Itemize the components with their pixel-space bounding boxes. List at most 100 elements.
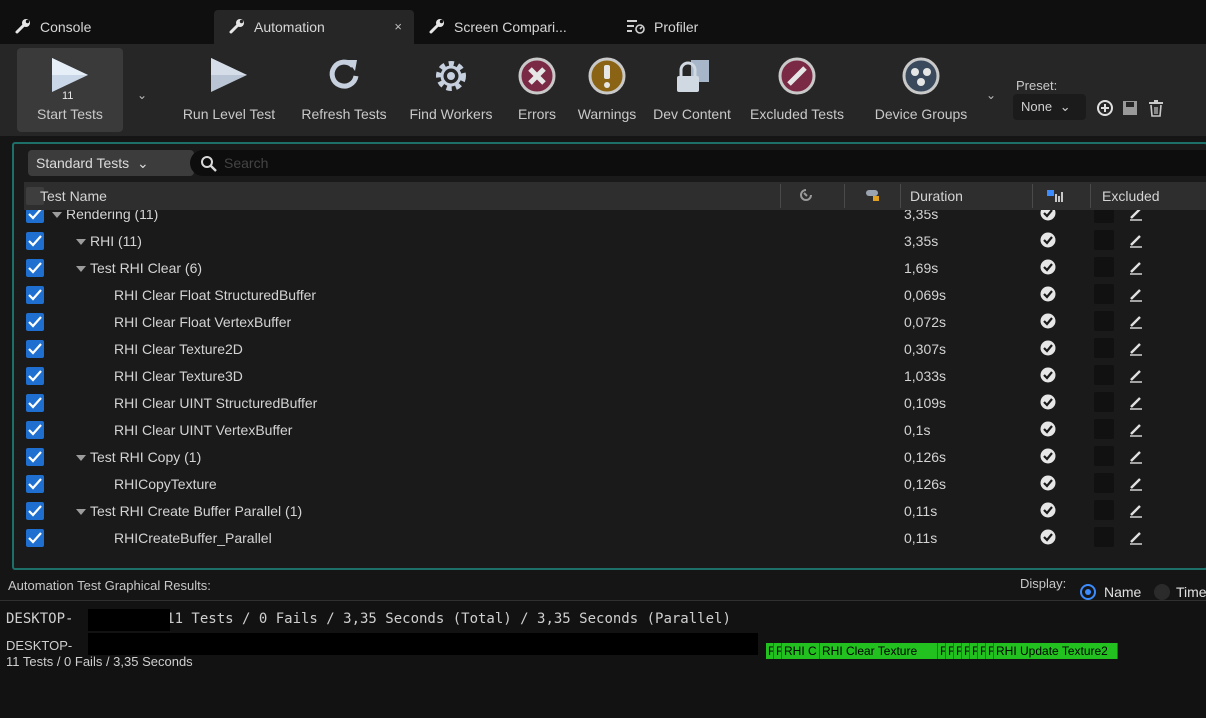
result-bar[interactable]: R xyxy=(766,643,774,659)
expand-arrow-icon[interactable] xyxy=(52,212,62,218)
delete-icon[interactable] xyxy=(1148,99,1164,120)
add-preset-icon[interactable] xyxy=(1096,99,1114,120)
excluded-checkbox[interactable] xyxy=(1094,392,1114,412)
edit-icon[interactable] xyxy=(1128,475,1144,494)
row-checkbox[interactable] xyxy=(26,475,44,493)
excluded-checkbox[interactable] xyxy=(1094,311,1114,331)
run-level-test-button[interactable]: Run Level Test xyxy=(170,48,288,132)
excluded-checkbox[interactable] xyxy=(1094,338,1114,358)
result-bar[interactable]: RHI Clear Texture xyxy=(820,643,938,659)
test-filter-dropdown[interactable]: Standard Tests ⌄ xyxy=(28,150,194,176)
row-checkbox[interactable] xyxy=(26,421,44,439)
refresh-tests-button[interactable]: Refresh Tests xyxy=(290,48,398,132)
chevron-down-icon[interactable]: ⌄ xyxy=(137,88,147,102)
edit-icon[interactable] xyxy=(1128,313,1144,332)
table-row[interactable]: RHI Clear Float VertexBuffer 0,072s xyxy=(24,308,1206,335)
row-checkbox[interactable] xyxy=(26,313,44,331)
row-checkbox[interactable] xyxy=(26,210,44,223)
excluded-checkbox[interactable] xyxy=(1094,365,1114,385)
result-bar[interactable]: R xyxy=(962,643,970,659)
start-tests-button[interactable]: 11 Start Tests xyxy=(17,48,123,132)
expand-arrow-icon[interactable] xyxy=(76,239,86,245)
table-row[interactable]: Test RHI Create Buffer Parallel (1) 0,11s xyxy=(24,497,1206,524)
result-bar[interactable]: RHI C xyxy=(782,643,820,659)
row-checkbox[interactable] xyxy=(26,529,44,547)
table-row[interactable]: RHICopyTexture 0,126s xyxy=(24,470,1206,497)
edit-icon[interactable] xyxy=(1128,367,1144,386)
table-row[interactable]: Rendering (11) 3,35s xyxy=(24,210,1206,227)
result-bar[interactable]: R xyxy=(978,643,986,659)
close-icon[interactable]: × xyxy=(394,19,402,34)
expand-arrow-icon[interactable] xyxy=(76,455,86,461)
edit-icon[interactable] xyxy=(1128,421,1144,440)
excluded-checkbox[interactable] xyxy=(1094,527,1114,547)
result-bar[interactable]: R xyxy=(938,643,946,659)
row-checkbox[interactable] xyxy=(26,232,44,250)
table-row[interactable]: RHI Clear Float StructuredBuffer 0,069s xyxy=(24,281,1206,308)
result-bar[interactable]: R xyxy=(986,643,994,659)
result-bar[interactable]: R xyxy=(970,643,978,659)
excluded-checkbox[interactable] xyxy=(1094,446,1114,466)
excluded-checkbox[interactable] xyxy=(1094,473,1114,493)
edit-icon[interactable] xyxy=(1128,529,1144,548)
table-row[interactable]: RHI Clear Texture2D 0,307s xyxy=(24,335,1206,362)
excluded-checkbox[interactable] xyxy=(1094,419,1114,439)
tab-screen-comparison[interactable]: Screen Compari... xyxy=(414,10,604,44)
result-bar[interactable]: R xyxy=(946,643,954,659)
table-row[interactable]: RHI Clear Texture3D 1,033s xyxy=(24,362,1206,389)
find-workers-button[interactable]: Find Workers xyxy=(400,48,502,132)
row-checkbox[interactable] xyxy=(26,259,44,277)
row-checkbox[interactable] xyxy=(26,448,44,466)
column-divider[interactable] xyxy=(780,184,781,208)
save-icon[interactable] xyxy=(1122,99,1138,120)
row-checkbox[interactable] xyxy=(26,340,44,358)
expand-arrow-icon[interactable] xyxy=(76,266,86,272)
tab-console[interactable]: Console xyxy=(0,10,208,44)
column-divider[interactable] xyxy=(900,184,901,208)
table-row[interactable]: RHI Clear UINT VertexBuffer 0,1s xyxy=(24,416,1206,443)
edit-icon[interactable] xyxy=(1128,286,1144,305)
edit-icon[interactable] xyxy=(1128,232,1144,251)
row-checkbox[interactable] xyxy=(26,367,44,385)
chevron-down-icon[interactable]: ⌄ xyxy=(986,88,996,102)
header-test-name[interactable]: Test Name xyxy=(40,188,107,204)
table-row[interactable]: RHI (11) 3,35s xyxy=(24,227,1206,254)
edit-icon[interactable] xyxy=(1128,210,1144,224)
errors-button[interactable]: Errors xyxy=(511,48,563,132)
excluded-checkbox[interactable] xyxy=(1094,210,1114,223)
device-groups-button[interactable]: Device Groups xyxy=(864,48,978,132)
search-input[interactable]: Search xyxy=(190,150,1206,176)
warnings-button[interactable]: Warnings xyxy=(568,48,646,132)
excluded-checkbox[interactable] xyxy=(1094,257,1114,277)
column-divider[interactable] xyxy=(1032,184,1033,208)
result-bar[interactable]: R xyxy=(954,643,962,659)
column-divider[interactable] xyxy=(844,184,845,208)
tab-automation[interactable]: Automation × xyxy=(214,10,414,44)
edit-icon[interactable] xyxy=(1128,502,1144,521)
edit-icon[interactable] xyxy=(1128,340,1144,359)
row-checkbox[interactable] xyxy=(26,502,44,520)
table-row[interactable]: RHI Clear UINT StructuredBuffer 0,109s xyxy=(24,389,1206,416)
table-row[interactable]: Test RHI Clear (6) 1,69s xyxy=(24,254,1206,281)
tab-profiler[interactable]: Profiler xyxy=(612,10,802,44)
header-duration[interactable]: Duration xyxy=(910,188,963,204)
dev-content-button[interactable]: Dev Content xyxy=(646,48,738,132)
expand-arrow-icon[interactable] xyxy=(76,509,86,515)
edit-icon[interactable] xyxy=(1128,448,1144,467)
table-row[interactable]: Test RHI Copy (1) 0,126s xyxy=(24,443,1206,470)
column-divider[interactable] xyxy=(1090,184,1091,208)
excluded-checkbox[interactable] xyxy=(1094,230,1114,250)
result-bar[interactable]: RHI Update Texture2 xyxy=(994,643,1118,659)
row-checkbox[interactable] xyxy=(26,394,44,412)
edit-icon[interactable] xyxy=(1128,394,1144,413)
table-row[interactable]: RHICreateBuffer_Parallel 0,11s xyxy=(24,524,1206,551)
excluded-checkbox[interactable] xyxy=(1094,500,1114,520)
display-name-radio[interactable] xyxy=(1080,584,1096,600)
excluded-checkbox[interactable] xyxy=(1094,284,1114,304)
display-time-radio[interactable] xyxy=(1154,584,1170,600)
edit-icon[interactable] xyxy=(1128,259,1144,278)
row-checkbox[interactable] xyxy=(26,286,44,304)
result-bar[interactable]: R xyxy=(774,643,782,659)
preset-dropdown[interactable]: None ⌄ xyxy=(1013,94,1086,120)
header-excluded[interactable]: Excluded xyxy=(1102,188,1160,204)
